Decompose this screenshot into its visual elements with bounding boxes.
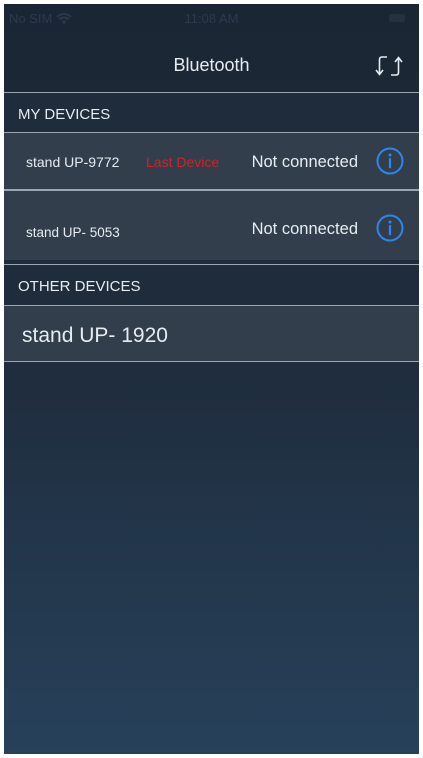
connection-status: Not connected bbox=[251, 219, 358, 238]
device-row-stand-up-9772[interactable]: stand UP-9772 Last Device Not connected bbox=[4, 133, 419, 189]
info-icon bbox=[376, 147, 404, 175]
status-bar: No SIM 11:08 AM bbox=[4, 4, 419, 38]
device-name: stand UP- 1920 bbox=[22, 324, 168, 347]
page-title: Bluetooth bbox=[173, 55, 250, 75]
section-header-label: MY DEVICES bbox=[18, 106, 111, 123]
status-time: 11:08 AM bbox=[184, 11, 239, 26]
section-header-other-devices: OTHER DEVICES bbox=[4, 264, 419, 306]
device-name: stand UP-9772 bbox=[26, 154, 120, 170]
battery-icon bbox=[389, 14, 405, 22]
info-button[interactable] bbox=[376, 214, 404, 242]
nav-bar: Bluetooth bbox=[4, 38, 419, 92]
info-button[interactable] bbox=[376, 147, 404, 175]
last-device-tag: Last Device bbox=[146, 154, 220, 170]
section-header-my-devices: MY DEVICES bbox=[4, 92, 419, 133]
info-icon bbox=[376, 214, 404, 241]
device-row-stand-up-5053[interactable]: stand UP- 5053 Not connected bbox=[4, 190, 419, 260]
device-name: stand UP- 5053 bbox=[26, 224, 120, 240]
refresh-icon bbox=[375, 56, 403, 76]
section-header-label: OTHER DEVICES bbox=[18, 278, 141, 295]
device-row-stand-up-1920[interactable]: stand UP- 1920 bbox=[4, 306, 419, 362]
connection-status: Not connected bbox=[251, 153, 358, 171]
app-screen: No SIM 11:08 AM Bluetooth MY DEVICES sta… bbox=[4, 4, 419, 754]
refresh-button[interactable] bbox=[375, 53, 403, 79]
